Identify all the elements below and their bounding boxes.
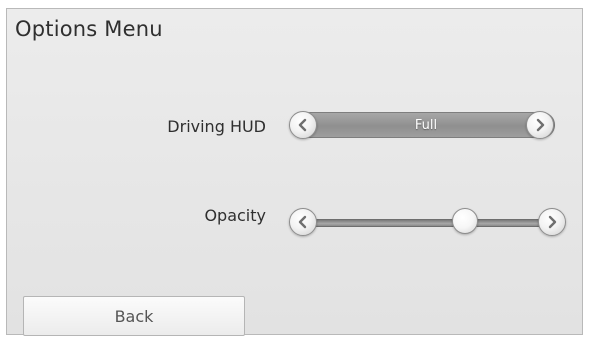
chevron-right-icon xyxy=(548,215,557,229)
opacity-label: Opacity xyxy=(204,206,266,225)
chevron-left-icon xyxy=(298,118,307,132)
back-button[interactable]: Back xyxy=(23,296,245,336)
opacity-slider-track[interactable] xyxy=(307,219,547,227)
chevron-left-icon xyxy=(298,215,307,229)
options-panel: Options Menu Driving HUD Full Opacity Ba… xyxy=(6,8,583,336)
chevron-right-icon xyxy=(536,118,545,132)
opacity-increase-button[interactable] xyxy=(538,208,566,236)
driving-hud-value: Full xyxy=(414,117,438,133)
driving-hud-label: Driving HUD xyxy=(167,117,266,136)
driving-hud-next-button[interactable] xyxy=(526,111,554,139)
opacity-slider-thumb[interactable] xyxy=(452,208,479,234)
page-title: Options Menu xyxy=(15,17,163,41)
driving-hud-prev-button[interactable] xyxy=(289,111,317,139)
opacity-decrease-button[interactable] xyxy=(289,208,317,236)
